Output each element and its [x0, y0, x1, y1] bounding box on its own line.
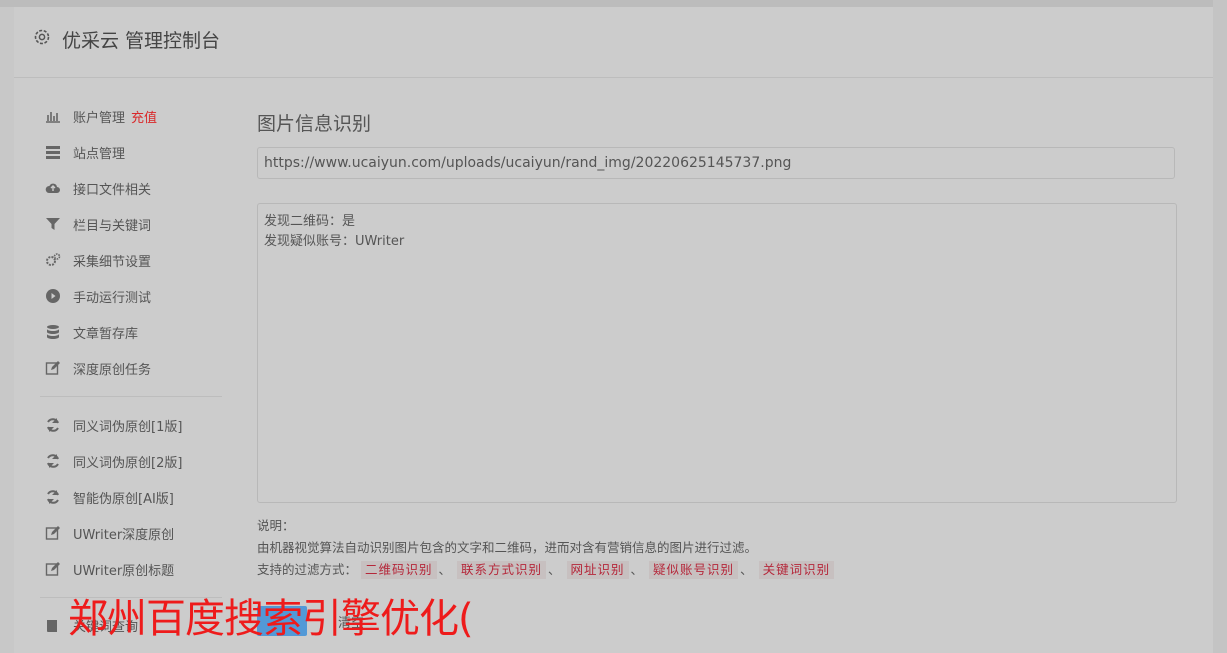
sidebar-item-smart-ai[interactable]: 智能伪原创[AI版]	[40, 485, 222, 509]
cloud-upload-icon	[44, 180, 62, 196]
sidebar-item-interface-files[interactable]: 接口文件相关	[40, 176, 222, 200]
filter-tag: 联系方式识别	[457, 561, 547, 579]
sidebar-item-synonym-v2[interactable]: 同义词伪原创[2版]	[40, 449, 222, 473]
filter-tag: 疑似账号识别	[649, 561, 739, 579]
result-textarea[interactable]: 发现二维码：是 发现疑似账号：UWriter	[257, 203, 1177, 503]
sidebar-divider	[40, 396, 222, 397]
list-icon	[44, 144, 62, 160]
filter-methods: 支持的过滤方式： 二维码识别、 联系方式识别、 网址识别、 疑似账号识别、 关键…	[257, 559, 835, 581]
notes-label: 说明：	[257, 518, 295, 533]
refresh-icon	[44, 417, 62, 433]
result-line: 发现疑似账号：UWriter	[264, 234, 405, 249]
console-header: 优采云 管理控制台	[14, 7, 1213, 78]
sidebar-item-synonym-v1[interactable]: 同义词伪原创[1版]	[40, 413, 222, 437]
filter-tag: 二维码识别	[361, 561, 437, 579]
sidebar-item-label: 智能伪原创[AI版]	[73, 491, 174, 507]
edit-icon	[44, 360, 62, 376]
sidebar-item-label: UWriter深度原创	[73, 527, 175, 543]
section-title: 图片信息识别	[257, 113, 372, 135]
recharge-link[interactable]: 充值	[131, 107, 157, 126]
sidebar-item-manual-test[interactable]: 手动运行测试	[40, 284, 222, 308]
sidebar-item-uwriter-title[interactable]: UWriter原创标题	[40, 557, 222, 581]
notes: 说明： 由机器视觉算法自动识别图片包含的文字和二维码，进而对含有营销信息的图片进…	[257, 515, 835, 581]
sidebar-item-article-storage[interactable]: 文章暂存库	[40, 320, 222, 344]
sidebar-item-deep-original[interactable]: 深度原创任务	[40, 356, 222, 380]
result-line: 发现二维码：是	[264, 214, 356, 229]
sidebar-item-label: 文章暂存库	[73, 326, 139, 342]
sidebar-item-label: 采集细节设置	[73, 254, 152, 270]
watermark-overlay-text: 郑州百度搜索引擎优化(	[68, 596, 474, 642]
sidebar-item-label: 手动运行测试	[73, 290, 152, 306]
sidebar-item-label: 同义词伪原创[2版]	[73, 455, 183, 471]
gear-icon	[32, 27, 52, 47]
gears-icon	[44, 252, 62, 268]
edit-icon	[44, 525, 62, 541]
book-icon	[44, 618, 62, 634]
filter-tag: 网址识别	[566, 561, 629, 579]
sidebar-item-label: 接口文件相关	[73, 182, 152, 198]
sidebar-item-account[interactable]: 账户管理 充值	[40, 104, 222, 128]
edit-icon	[44, 561, 62, 577]
refresh-icon	[44, 453, 62, 469]
sidebar-item-label: 账户管理	[73, 110, 126, 126]
filter-label: 支持的过滤方式：	[257, 562, 358, 577]
top-edge	[0, 0, 1227, 7]
sidebar-item-label: 深度原创任务	[73, 362, 152, 378]
right-scroll-edge[interactable]	[1213, 0, 1227, 653]
sidebar-item-collect-settings[interactable]: 采集细节设置	[40, 248, 222, 272]
database-icon	[44, 324, 62, 340]
sidebar-item-sites[interactable]: 站点管理	[40, 140, 222, 164]
play-circle-icon	[44, 288, 62, 304]
notes-description: 由机器视觉算法自动识别图片包含的文字和二维码，进而对含有营销信息的图片进行过滤。	[257, 540, 758, 555]
sidebar-item-label: 同义词伪原创[1版]	[73, 419, 183, 435]
sidebar-item-label: 站点管理	[73, 146, 126, 162]
page-title: 优采云 管理控制台	[62, 30, 221, 52]
filter-tag: 关键词识别	[758, 561, 835, 579]
sidebar-item-label: UWriter原创标题	[73, 563, 175, 579]
image-url-input[interactable]	[257, 147, 1175, 179]
sidebar-item-uwriter-deep[interactable]: UWriter深度原创	[40, 521, 222, 545]
left-edge	[0, 0, 14, 653]
filter-icon	[44, 216, 62, 232]
sidebar-item-label: 栏目与关键词	[73, 218, 152, 234]
refresh-icon	[44, 489, 62, 505]
sidebar-item-columns-keywords[interactable]: 栏目与关键词	[40, 212, 222, 236]
bar-chart-icon	[44, 108, 62, 124]
